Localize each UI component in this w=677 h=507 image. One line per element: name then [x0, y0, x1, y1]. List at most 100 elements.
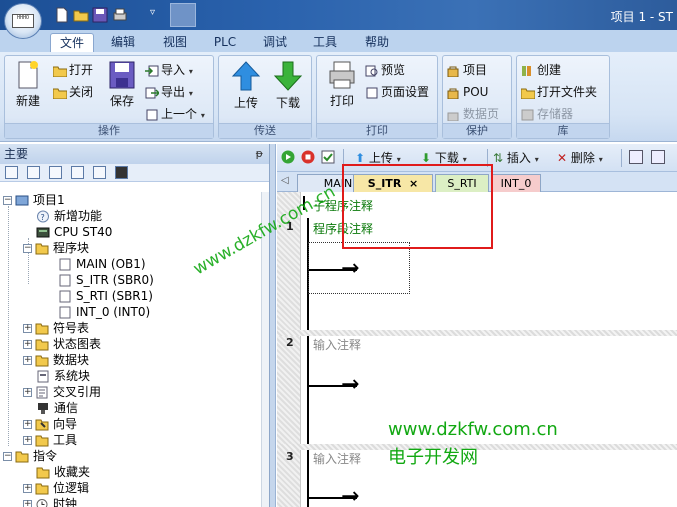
coil-arrow-icon[interactable]: →	[341, 374, 359, 396]
upload-button[interactable]: 上传	[227, 60, 265, 120]
tab-scroll-left-icon[interactable]: ◁	[281, 175, 289, 186]
communication-icon	[38, 403, 48, 414]
ribbon-tab-debug[interactable]: 调试	[256, 33, 294, 52]
print-label: 打印	[329, 94, 354, 108]
expand-icon[interactable]: +	[23, 500, 32, 507]
tree-item-wizard[interactable]: + 向导	[23, 416, 77, 432]
preview-button[interactable]: 预览	[365, 61, 405, 79]
protect-project-button[interactable]: 项目	[447, 61, 487, 79]
tree-item-cpu[interactable]: CPU ST40	[36, 224, 112, 240]
stop-icon[interactable]	[301, 150, 315, 164]
tree-item-instructions[interactable]: − 指令	[3, 448, 57, 464]
collapse-icon[interactable]: −	[23, 244, 32, 253]
rung-comment[interactable]: 输入注释	[313, 450, 361, 467]
tree-item-clock[interactable]: + 时钟	[23, 496, 77, 507]
page-setup-button[interactable]: 页面设置	[365, 83, 429, 101]
ribbon-tab-view[interactable]: 视图	[156, 33, 194, 52]
previous-button[interactable]: 上一个 ▾	[145, 105, 205, 123]
import-button[interactable]: 导入 ▾	[145, 61, 193, 79]
ribbon-tab-file[interactable]: 文件	[50, 33, 94, 52]
coil-arrow-icon[interactable]: →	[341, 486, 359, 507]
collapse-icon[interactable]: −	[3, 452, 12, 461]
tree-item-data-block[interactable]: + 数据块	[23, 352, 89, 368]
view-data-icon[interactable]	[71, 166, 84, 179]
network-view-icon[interactable]	[629, 150, 643, 164]
ribbon-tab-help[interactable]: 帮助	[358, 33, 396, 52]
view-status-icon[interactable]	[49, 166, 62, 179]
view-project-icon[interactable]	[5, 166, 18, 179]
page-setup-label: 页面设置	[381, 85, 430, 99]
tree-item-tools[interactable]: + 工具	[23, 432, 77, 448]
save-icon[interactable]	[92, 7, 108, 23]
print-icon[interactable]	[112, 7, 128, 23]
previous-dropdown-icon[interactable]: ▾	[201, 111, 205, 120]
tree-item-project[interactable]: − 项目1	[3, 192, 65, 208]
insert-button[interactable]: ⇅ 插入 ▾	[493, 150, 539, 166]
pin-icon[interactable]: ᵽ	[256, 144, 263, 164]
tab-label: S_ITR	[367, 177, 402, 190]
print-button[interactable]: 打印	[323, 60, 361, 120]
run-icon[interactable]	[281, 150, 295, 164]
tab-close-icon[interactable]: ×	[409, 177, 418, 190]
tree-label: S_RTI (SBR1)	[76, 289, 153, 303]
tree-item-communication[interactable]: 通信	[36, 400, 78, 416]
expand-icon[interactable]: +	[23, 484, 32, 493]
symbol-view-icon[interactable]	[651, 150, 665, 164]
tree-item-cross-reference[interactable]: + 交叉引用	[23, 384, 101, 400]
expand-icon[interactable]: +	[23, 324, 32, 333]
protect-data-page-button[interactable]: 数据页	[447, 105, 499, 123]
download-button[interactable]: 下载	[269, 60, 307, 120]
new-icon[interactable]	[54, 7, 70, 23]
insert-dropdown-icon[interactable]: ▾	[535, 155, 539, 164]
rung-comment[interactable]: 输入注释	[313, 336, 361, 353]
compile-icon[interactable]	[321, 150, 335, 164]
view-cross-ref-icon[interactable]	[93, 166, 106, 179]
expand-icon[interactable]: +	[23, 436, 32, 445]
tree-item-main[interactable]: MAIN (OB1)	[58, 256, 146, 272]
tree-item-bit-logic[interactable]: + 位逻辑	[23, 480, 89, 496]
application-button[interactable]: HHHO	[4, 3, 42, 39]
tree-item-symbol-table[interactable]: + 符号表	[23, 320, 89, 336]
delete-button[interactable]: ✕ 删除 ▾	[557, 150, 603, 166]
tree-item-new-features[interactable]: ? 新增功能	[36, 208, 102, 224]
ribbon-tab-plc[interactable]: PLC	[208, 33, 242, 52]
open-library-folder-button[interactable]: 打开文件夹	[520, 83, 597, 101]
ribbon-tab-tools[interactable]: 工具	[306, 33, 344, 52]
view-symbol-icon[interactable]	[27, 166, 40, 179]
export-dropdown-icon[interactable]: ▾	[189, 89, 193, 98]
save-button[interactable]: 保存	[103, 60, 141, 120]
qat-dropdown-icon[interactable]: ▿	[150, 7, 166, 23]
power-rail	[307, 336, 309, 444]
expand-icon[interactable]: +	[23, 388, 32, 397]
expand-icon[interactable]: +	[23, 420, 32, 429]
library-memory-button[interactable]: 存储器	[521, 105, 573, 123]
ribbon-tab-edit[interactable]: 编辑	[104, 33, 142, 52]
library-create-button[interactable]: 创建	[521, 61, 561, 79]
expand-icon[interactable]: +	[23, 340, 32, 349]
import-dropdown-icon[interactable]: ▾	[189, 67, 193, 76]
new-button[interactable]: 新建	[9, 60, 47, 120]
coil-arrow-icon[interactable]: →	[341, 258, 359, 280]
tree-item-favorites[interactable]: 收藏夹	[36, 464, 90, 480]
expand-icon[interactable]: +	[23, 356, 32, 365]
open-icon[interactable]	[73, 7, 89, 23]
panel-splitter[interactable]	[270, 144, 276, 507]
tree-item-s-rti[interactable]: S_RTI (SBR1)	[58, 288, 153, 304]
upload-dropdown-icon[interactable]: ▾	[397, 155, 401, 164]
download-dropdown-icon[interactable]: ▾	[463, 155, 467, 164]
tree-item-program-block[interactable]: − 程序块	[23, 240, 89, 256]
tree-item-status-chart[interactable]: + 状态图表	[23, 336, 101, 352]
collapse-icon[interactable]: −	[3, 196, 12, 205]
tree-label: 系统块	[54, 369, 91, 383]
protect-pou-button[interactable]: POU	[447, 83, 488, 101]
tree-item-system-block[interactable]: 系统块	[36, 368, 90, 384]
tab-s-itr[interactable]: S_ITR ×	[353, 174, 433, 192]
tab-int0[interactable]: INT_0	[491, 174, 541, 192]
close-button[interactable]: 关闭	[52, 83, 93, 101]
tree-item-s-itr[interactable]: S_ITR (SBR0)	[58, 272, 154, 288]
tree-item-int0[interactable]: INT_0 (INT0)	[58, 304, 150, 320]
delete-dropdown-icon[interactable]: ▾	[599, 155, 603, 164]
view-monitor-icon[interactable]	[115, 166, 128, 179]
export-button[interactable]: 导出 ▾	[145, 83, 193, 101]
open-button[interactable]: 打开	[52, 61, 93, 79]
